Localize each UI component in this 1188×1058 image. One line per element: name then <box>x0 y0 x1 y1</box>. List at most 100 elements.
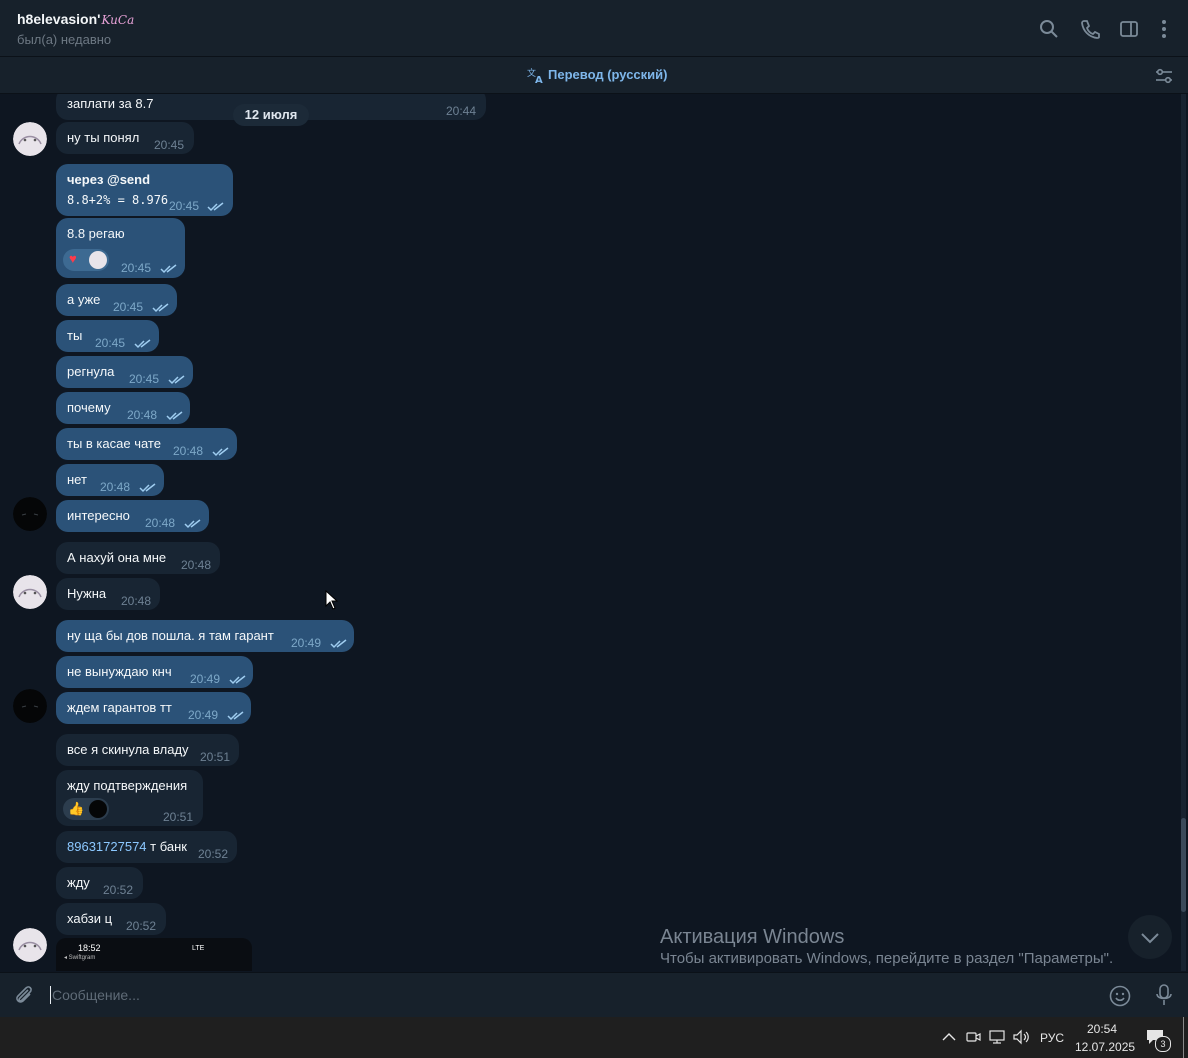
message-time: 20:51 <box>163 810 194 824</box>
message-bubble[interactable]: почему 20:48 <box>56 392 190 424</box>
translate-settings-icon[interactable] <box>1154 66 1174 86</box>
language-indicator[interactable]: РУС <box>1040 1031 1064 1045</box>
chat-title[interactable]: h8elevasion'KuCa <box>17 11 134 27</box>
read-ticks-icon <box>139 481 157 493</box>
message-bubble[interactable]: 8.8 регаю ♥ 20:45 <box>56 218 185 278</box>
windows-taskbar[interactable]: РУС 20:54 12.07.2025 3 <box>0 1017 1188 1058</box>
reaction-avatar <box>89 251 107 269</box>
chat-header[interactable]: h8elevasion'KuCa был(а) недавно <box>0 0 1188 57</box>
photo-status-time: 18:52 <box>78 943 101 953</box>
avatar[interactable] <box>13 575 47 609</box>
message-bubble[interactable]: А нахуй она мне 20:48 <box>56 542 220 574</box>
scrollbar-thumb[interactable] <box>1181 818 1186 912</box>
message-bubble[interactable]: а уже 20:45 <box>56 284 177 316</box>
message-composer[interactable]: Сообщение... <box>0 972 1188 1017</box>
message-text: ты <box>67 328 83 343</box>
read-ticks-icon <box>134 337 152 349</box>
message-bubble[interactable]: ну ща бы дов пошла. я там гарант 20:49 <box>56 620 354 652</box>
message-text: 8.8 регаю <box>67 226 125 241</box>
message-time: 20:49 <box>190 672 221 686</box>
network-icon[interactable] <box>988 1029 1006 1045</box>
avatar[interactable] <box>13 122 47 156</box>
message-time: 20:44 <box>446 104 477 118</box>
emoji-icon[interactable] <box>1108 984 1132 1008</box>
translate-icon: 文A <box>527 67 543 84</box>
message-text: ты в касае чате <box>67 436 161 451</box>
thumbs-up-icon: 👍 <box>68 801 85 816</box>
attach-icon[interactable] <box>13 984 35 1006</box>
read-ticks-icon <box>227 709 245 721</box>
message-text: ну ща бы дов пошла. я там гарант <box>67 628 274 643</box>
message-text: не вынуждаю кнч <box>67 664 172 679</box>
message-bubble[interactable]: жду подтверждения 👍 20:51 <box>56 770 203 826</box>
clock-time[interactable]: 20:54 <box>1087 1022 1117 1036</box>
read-ticks-icon <box>166 409 184 421</box>
avatar[interactable] <box>13 497 47 531</box>
more-menu-icon[interactable] <box>1153 18 1175 40</box>
message-bubble[interactable]: 89631727574 т банк 20:52 <box>56 831 237 863</box>
message-bubble[interactable]: нет 20:48 <box>56 464 164 496</box>
phone-icon[interactable] <box>1079 18 1101 40</box>
message-input[interactable]: Сообщение... <box>52 987 140 1003</box>
message-bubble[interactable]: интересно 20:48 <box>56 500 209 532</box>
volume-icon[interactable] <box>1012 1029 1030 1045</box>
message-bubble[interactable]: не вынуждаю кнч 20:49 <box>56 656 253 688</box>
message-text: нет <box>67 472 87 487</box>
windows-activation-title: Активация Windows <box>660 926 845 948</box>
message-time: 20:48 <box>145 516 176 530</box>
read-ticks-icon <box>160 262 178 274</box>
text-caret <box>50 986 51 1004</box>
photo-signal: LTE <box>192 945 205 952</box>
microphone-icon[interactable] <box>1153 983 1175 1007</box>
message-text: ну ты понял <box>67 130 140 145</box>
read-ticks-icon <box>207 200 225 212</box>
message-bubble[interactable]: хабзи ц 20:52 <box>56 903 166 935</box>
translate-label[interactable]: Перевод (русский) <box>548 67 667 82</box>
avatar[interactable] <box>13 689 47 723</box>
read-ticks-icon <box>152 301 170 313</box>
message-text-rest: т банк <box>146 839 187 854</box>
clock-date[interactable]: 12.07.2025 <box>1075 1040 1135 1054</box>
message-time: 20:52 <box>126 919 157 933</box>
photo-app-label: ◂ Swiftgram <box>64 955 96 961</box>
message-bubble[interactable]: через @send 8.8+2% = 8.976 20:45 <box>56 164 233 216</box>
translate-bar[interactable]: 文A Перевод (русский) <box>0 57 1188 94</box>
message-text: а уже <box>67 292 101 307</box>
read-ticks-icon <box>184 517 202 529</box>
search-icon[interactable] <box>1038 18 1060 40</box>
message-time: 20:49 <box>291 636 322 650</box>
message-time: 20:51 <box>200 750 231 764</box>
message-time: 20:48 <box>173 444 204 458</box>
message-time: 20:45 <box>154 138 185 152</box>
message-text: Нужна <box>67 586 107 601</box>
reaction-chip[interactable]: 👍 <box>63 798 109 820</box>
message-time: 20:52 <box>103 883 134 897</box>
message-bubble[interactable]: ты в касае чате 20:48 <box>56 428 237 460</box>
show-desktop-button[interactable] <box>1183 1017 1184 1058</box>
message-time: 20:52 <box>198 847 229 861</box>
message-list[interactable]: заплати за 8.7 20:44 12 июля ну ты понял… <box>0 94 1180 971</box>
read-ticks-icon <box>168 373 186 385</box>
message-bubble[interactable]: ну ты понял 20:45 <box>56 122 194 154</box>
photo-message[interactable]: 18:52 ◂ Swiftgram LTE <box>56 938 252 971</box>
message-text: жду <box>67 875 90 890</box>
message-bubble[interactable]: Нужна 20:48 <box>56 578 160 610</box>
message-bubble[interactable]: все я скинула владу 20:51 <box>56 734 239 766</box>
message-time: 20:45 <box>95 336 126 350</box>
message-bubble[interactable]: ты 20:45 <box>56 320 159 352</box>
sidebar-toggle-icon[interactable] <box>1118 18 1140 40</box>
message-text: все я скинула владу <box>67 742 189 757</box>
message-time: 20:48 <box>121 594 152 608</box>
reaction-chip[interactable]: ♥ <box>63 249 109 271</box>
meet-now-icon[interactable] <box>965 1029 981 1045</box>
contact-name[interactable]: h8elevasion' <box>17 11 100 27</box>
message-text[interactable]: через @send <box>67 172 150 188</box>
message-bubble[interactable]: регнула 20:45 <box>56 356 193 388</box>
avatar[interactable] <box>13 928 47 962</box>
scroll-to-bottom-button[interactable] <box>1128 915 1172 959</box>
message-text: заплати за 8.7 <box>67 96 154 111</box>
message-bubble[interactable]: жду 20:52 <box>56 867 143 899</box>
phone-link[interactable]: 89631727574 <box>67 839 147 854</box>
message-bubble[interactable]: ждем гарантов тт 20:49 <box>56 692 251 724</box>
chevron-up-icon[interactable] <box>942 1031 956 1043</box>
